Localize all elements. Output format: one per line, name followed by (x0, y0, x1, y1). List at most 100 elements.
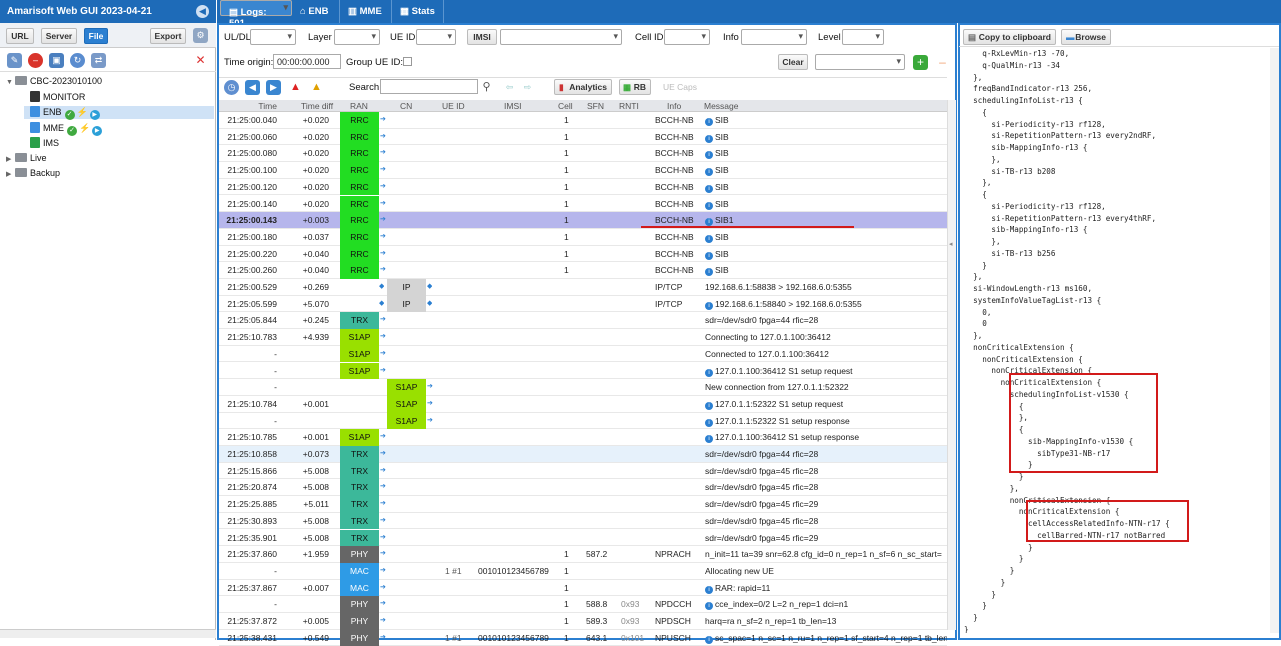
log-scrollbar[interactable] (947, 100, 956, 630)
arrow-right-icon[interactable]: ▶ (266, 80, 281, 95)
server-button[interactable]: Server (41, 28, 77, 44)
log-row[interactable]: 21:25:00.060 +0.020 RRC ➔ 1 BCCH-NB i SIB (219, 128, 947, 146)
tree-item-monitor[interactable]: MONITOR (30, 91, 85, 102)
col-imsi[interactable]: IMSI (504, 100, 521, 112)
uecaps-button[interactable]: UE Caps (663, 82, 697, 92)
share-icon[interactable]: ⇄ (91, 53, 106, 68)
splitter-handle[interactable]: ◂ (949, 240, 955, 250)
log-row[interactable]: 21:25:00.260 +0.040 RRC ➔ 1 BCCH-NB i SIB (219, 262, 947, 279)
col-cell[interactable]: Cell (558, 100, 573, 112)
time-origin-input[interactable]: 00:00:00.000 (273, 54, 341, 69)
filter-preset-select[interactable] (815, 54, 905, 70)
log-row[interactable]: 21:25:00.040 +0.020 RRC ➔ 1 BCCH-NB i SIB (219, 112, 947, 129)
edit-icon[interactable]: ✎ (7, 53, 22, 68)
play-icon[interactable]: ▶ (89, 110, 100, 120)
tree-item-ims[interactable]: IMS (30, 137, 59, 148)
col-message[interactable]: Message (704, 100, 739, 112)
col-time[interactable]: Time (229, 100, 277, 112)
tree-item-backup[interactable]: ▶ Backup (6, 168, 60, 178)
search-input[interactable] (380, 79, 478, 94)
warning-icon[interactable]: ▲ (309, 80, 324, 95)
layer-select[interactable] (334, 29, 380, 45)
col-rnti[interactable]: RNTI (619, 100, 639, 112)
log-row[interactable]: - S1AP ➔ i 127.0.1.1:52322 S1 setup response (219, 412, 947, 430)
tree-item-live[interactable]: ▶ Live (6, 153, 47, 163)
log-row[interactable]: 21:25:00.120 +0.020 RRC ➔ 1 BCCH-NB i SIB (219, 178, 947, 196)
play-icon[interactable]: ▶ (92, 126, 103, 136)
detail-scrollbar[interactable] (1270, 48, 1279, 633)
log-row[interactable]: 21:25:05.599 +5.070 IP ◆ ◆ IP/TCP i 192.168.6.1… (219, 295, 947, 313)
log-row[interactable]: 21:25:00.180 +0.037 RRC ➔ 1 BCCH-NB i SIB (219, 228, 947, 246)
error-icon[interactable]: ▲ (288, 80, 303, 95)
col-info[interactable]: Info (667, 100, 681, 112)
tree-root[interactable]: ▼ CBC-2023010100 (6, 76, 102, 86)
col-sfn[interactable]: SFN (587, 100, 604, 112)
log-row[interactable]: - S1AP ➔ i 127.0.1.100:36412 S1 setup reques… (219, 362, 947, 380)
log-row[interactable]: 21:25:00.529 +0.269 IP ◆ ◆ IP/TCP 192.168.6.1:… (219, 279, 947, 296)
copy-clipboard-button[interactable]: ▤ Copy to clipboard (963, 29, 1056, 45)
url-button[interactable]: URL (6, 28, 34, 44)
log-row[interactable]: 21:25:00.080 +0.020 RRC ➔ 1 BCCH-NB i SIB (219, 145, 947, 163)
imsi-select[interactable] (500, 29, 622, 45)
log-row[interactable]: 21:25:30.893 +5.008 TRX ➔ sdr=/dev/sdr0 fpga… (219, 512, 947, 530)
log-row[interactable]: 21:25:37.867 +0.007 MAC ➔ 1 i RAR: rapid=11 (219, 579, 947, 597)
next-result-icon[interactable]: ⇨ (520, 80, 535, 95)
tab-enb[interactable]: ⌂ ENB (292, 0, 340, 23)
log-row[interactable]: 21:25:05.844 +0.245 TRX ➔ sdr=/dev/sdr0 fpga… (219, 312, 947, 330)
col-ran[interactable]: RAN (350, 100, 368, 112)
log-row[interactable]: 21:25:10.858 +0.073 TRX ➔ sdr=/dev/sdr0 fpga… (219, 446, 947, 463)
stop-icon[interactable]: – (28, 53, 43, 68)
uldl-select[interactable] (250, 29, 296, 45)
imsi-button[interactable]: IMSI (467, 29, 497, 45)
log-row[interactable]: 21:25:10.784 +0.001 S1AP ➔ i 127.0.1.1:52322 … (219, 395, 947, 413)
log-row[interactable]: - MAC ➔ 1 #1 001010123456789 1 Allocating new … (219, 562, 947, 580)
refresh-icon[interactable]: ↻ (70, 53, 85, 68)
tree-item-mme[interactable]: MME ✓ ⚡ ▶ (30, 122, 103, 136)
save-icon[interactable]: ▣ (49, 53, 64, 68)
log-row[interactable]: 21:25:10.783 +4.939 S1AP ➔ Connecting to 127… (219, 329, 947, 346)
log-row[interactable]: 21:25:10.785 +0.001 S1AP ➔ i 127.0.1.100:3641… (219, 429, 947, 446)
settings-icon[interactable]: ⚙ (193, 28, 208, 43)
file-button[interactable]: File (84, 28, 108, 44)
log-row[interactable]: 21:25:00.220 +0.040 RRC ➔ 1 BCCH-NB i SIB (219, 245, 947, 263)
col-timediff[interactable]: Time diff (301, 100, 333, 112)
log-row[interactable]: 21:25:25.885 +5.011 TRX ➔ sdr=/dev/sdr0 fpga… (219, 496, 947, 513)
col-ueid[interactable]: UE ID (442, 100, 465, 112)
cell-message: sdr=/dev/sdr0 fpga=45 rfic=29 (705, 530, 947, 546)
log-row[interactable]: - PHY ➔ 1 588.8 0x93 NPDCCH i cce_index=0/2 L=2 … (219, 596, 947, 613)
export-button[interactable]: Export (150, 28, 186, 44)
info-select[interactable] (741, 29, 807, 45)
tree-item-enb[interactable]: ENB ✓ ⚡ ▶ (24, 106, 214, 120)
browse-button[interactable]: ▬ Browse (1061, 29, 1111, 45)
analytics-button[interactable]: ▮ Analytics (554, 79, 612, 95)
group-ue-checkbox[interactable] (403, 57, 412, 66)
tab-logs[interactable]: ▤ Logs: 501 (220, 0, 292, 29)
log-row[interactable]: 21:25:35.901 +5.008 TRX ➔ sdr=/dev/sdr0 fpga… (219, 529, 947, 547)
horizontal-scrollbar[interactable] (0, 629, 216, 638)
log-row[interactable]: 21:25:20.874 +5.008 TRX ➔ sdr=/dev/sdr0 fpga… (219, 479, 947, 497)
tab-stats[interactable]: ▦ Stats (392, 0, 444, 23)
log-row[interactable]: 21:25:37.860 +1.959 PHY ➔ 1 587.2 NPRACH n_init… (219, 546, 947, 563)
log-row[interactable]: 21:25:15.866 +5.008 TRX ➔ sdr=/dev/sdr0 fpga… (219, 462, 947, 480)
log-row[interactable]: 21:25:00.140 +0.020 RRC ➔ 1 BCCH-NB i SIB (219, 195, 947, 213)
collapse-panel-icon[interactable]: ◀ (196, 5, 209, 18)
log-row[interactable]: 21:25:38.431 +0.549 PHY ➔ 1 #1 00101012345678… (219, 629, 947, 646)
tab-mme[interactable]: ▥ MME (340, 0, 392, 23)
arrow-left-icon[interactable]: ◀ (245, 80, 260, 95)
prev-result-icon[interactable]: ⇦ (502, 80, 517, 95)
delete-icon[interactable]: ✕ (193, 53, 208, 68)
remove-icon[interactable]: – (935, 55, 950, 70)
log-row[interactable]: - S1AP ➔ New connection from 127.0.1.1:5232… (219, 379, 947, 396)
level-select[interactable] (842, 29, 884, 45)
add-icon[interactable]: + (913, 55, 928, 70)
ueid-select[interactable] (416, 29, 456, 45)
clock-icon[interactable]: ◷ (224, 80, 239, 95)
clear-button[interactable]: Clear (778, 54, 808, 70)
log-row[interactable]: 21:25:00.100 +0.020 RRC ➔ 1 BCCH-NB i SIB (219, 162, 947, 179)
col-cn[interactable]: CN (400, 100, 412, 112)
cellid-select[interactable] (664, 29, 710, 45)
rb-button[interactable]: ▦ RB (619, 79, 651, 95)
binoculars-icon[interactable]: ⚲ (479, 80, 494, 95)
log-row[interactable]: 21:25:37.872 +0.005 PHY ➔ 1 589.3 0x93 NPDSCH ha… (219, 613, 947, 630)
log-row[interactable]: - S1AP ➔ Connected to 127.0.1.100:36412 (219, 345, 947, 363)
